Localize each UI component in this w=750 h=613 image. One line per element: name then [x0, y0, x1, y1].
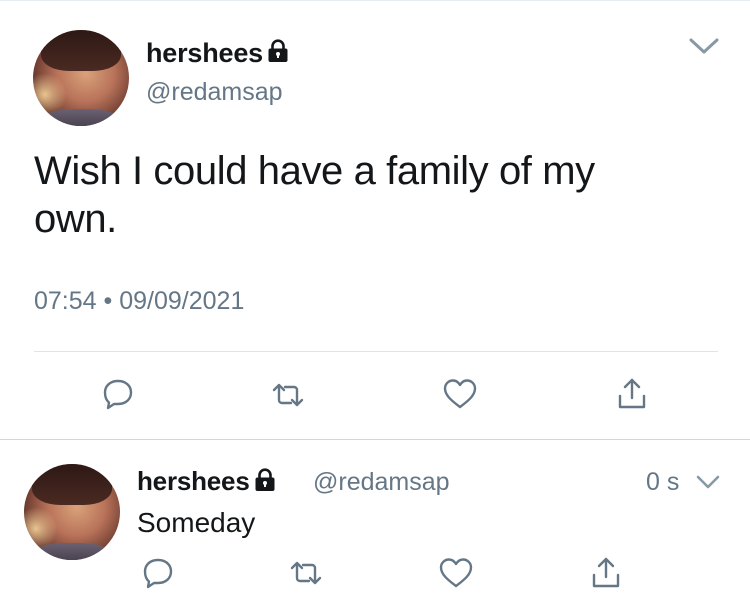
heart-icon — [442, 377, 478, 416]
reply-text: Someday — [137, 507, 256, 538]
like-button[interactable] — [440, 376, 480, 416]
lock-icon — [254, 468, 276, 499]
retweet-icon — [288, 556, 324, 595]
reply-icon — [101, 377, 135, 416]
display-name-text: hershees — [146, 38, 263, 68]
divider — [0, 439, 750, 440]
display-name[interactable]: hershees — [146, 38, 289, 70]
handle[interactable]: @redamsap — [146, 78, 283, 107]
top-border — [0, 0, 750, 1]
avatar[interactable] — [33, 30, 129, 126]
avatar[interactable] — [24, 464, 120, 560]
chevron-down-icon[interactable] — [695, 474, 721, 490]
avatar-shirt — [42, 108, 120, 126]
retweet-icon — [270, 378, 306, 417]
share-button[interactable] — [586, 555, 626, 595]
tweet-time: 07:54 — [34, 287, 97, 315]
meta-separator: • — [103, 287, 113, 315]
chevron-down-icon[interactable] — [688, 36, 720, 56]
share-icon — [615, 376, 649, 417]
reply-button[interactable] — [138, 555, 178, 595]
tweet-date: 09/09/2021 — [119, 287, 245, 315]
reply-icon — [141, 556, 175, 595]
reply-button[interactable] — [98, 376, 138, 416]
avatar-hair — [40, 30, 122, 72]
share-button[interactable] — [612, 376, 652, 416]
relative-time: 0 s — [646, 468, 680, 496]
display-name[interactable]: hershees — [137, 466, 276, 499]
like-button[interactable] — [436, 555, 476, 595]
lock-icon — [267, 39, 289, 70]
heart-icon — [438, 556, 474, 595]
share-icon — [589, 555, 623, 596]
tweet-text: Wish I could have a family of my own. — [34, 149, 595, 241]
divider — [34, 351, 718, 352]
retweet-button[interactable] — [268, 377, 308, 417]
display-name-text: hershees — [137, 466, 250, 496]
avatar-hair — [31, 464, 113, 506]
retweet-button[interactable] — [286, 555, 326, 595]
tweet-timestamp: 07:54 • 09/09/2021 — [34, 287, 244, 316]
handle[interactable]: @redamsap — [313, 468, 450, 497]
avatar-shirt — [33, 542, 111, 560]
